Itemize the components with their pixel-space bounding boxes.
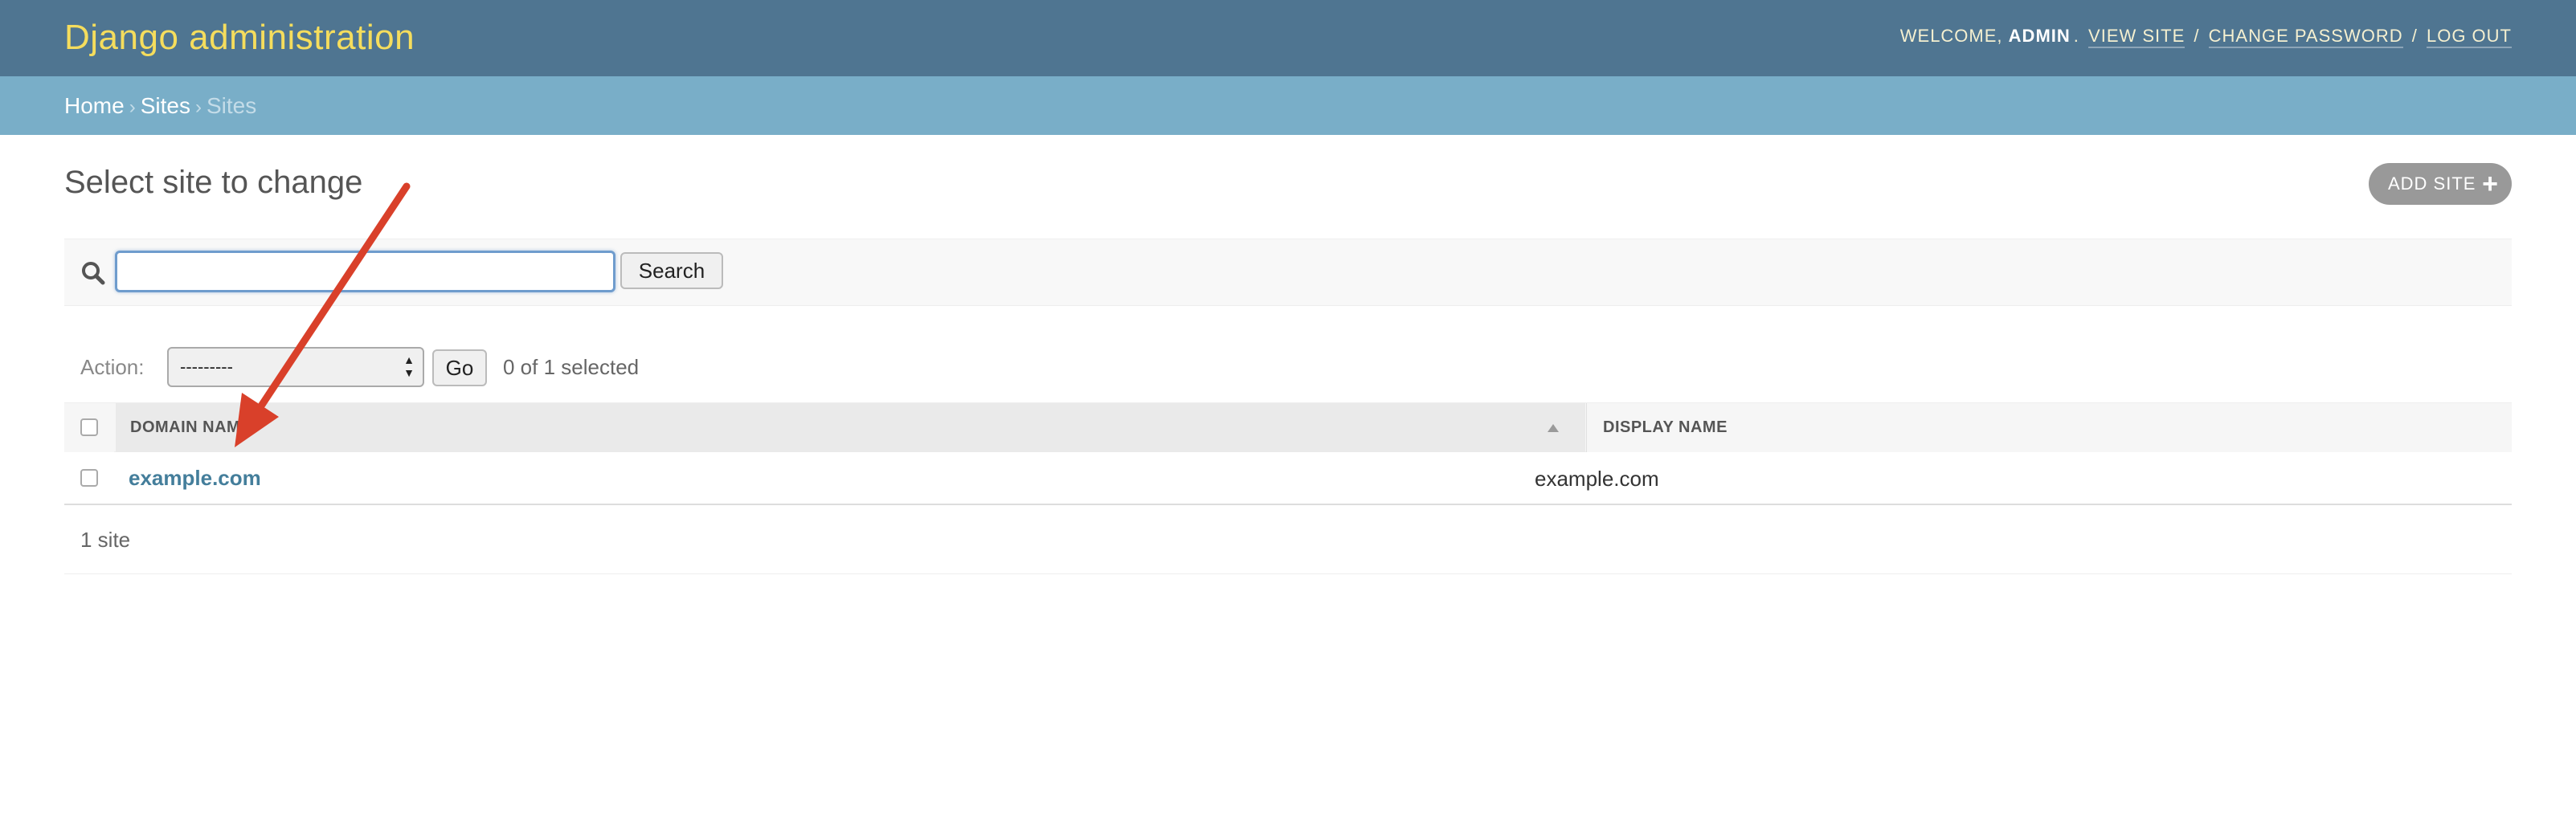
welcome-text: WELCOME,	[1899, 26, 2003, 46]
view-site-link[interactable]: VIEW SITE	[2088, 26, 2186, 48]
selected-count: 0 of 1 selected	[503, 355, 640, 379]
header-select-cell	[64, 403, 114, 452]
action-select-value: ---------	[180, 357, 233, 377]
site-branding[interactable]: Django administration	[64, 18, 415, 58]
display-name-cell: example.com	[1535, 467, 1659, 491]
search-toolbar: Search	[64, 239, 2512, 306]
header: Django administration WELCOME, ADMIN. VI…	[0, 0, 2576, 76]
action-select[interactable]: --------- ▲ ▼	[167, 347, 424, 387]
breadcrumb: Home › Sites › Sites	[0, 76, 2576, 135]
actions-bar: Action: --------- ▲ ▼ Go 0 of 1 selected	[64, 345, 707, 390]
change-password-link[interactable]: CHANGE PASSWORD	[2208, 26, 2403, 48]
breadcrumb-home[interactable]: Home	[64, 93, 125, 118]
search-button[interactable]: Search	[620, 252, 723, 289]
go-button[interactable]: Go	[432, 349, 487, 386]
row-checkbox[interactable]	[80, 469, 98, 487]
column-header-display: DISPLAY NAME	[1586, 403, 2512, 452]
user-tools: WELCOME, ADMIN. VIEW SITE / CHANGE PASSW…	[1899, 26, 2512, 48]
username: ADMIN	[2008, 26, 2071, 46]
plus-icon: +	[2482, 169, 2499, 199]
domain-link[interactable]: example.com	[129, 466, 261, 491]
breadcrumb-separator: ›	[194, 96, 202, 118]
breadcrumb-app[interactable]: Sites	[141, 93, 190, 118]
log-out-link[interactable]: LOG OUT	[2426, 26, 2512, 48]
select-arrows-icon: ▲ ▼	[403, 353, 415, 379]
separator: /	[2411, 26, 2418, 46]
breadcrumb-current: Sites	[206, 93, 257, 118]
breadcrumb-separator: ›	[129, 96, 136, 118]
add-site-label: ADD SITE	[2388, 173, 2476, 194]
paginator: 1 site	[64, 505, 2512, 574]
search-input[interactable]	[115, 251, 615, 292]
add-site-button[interactable]: ADD SITE +	[2369, 163, 2512, 205]
results-table: DOMAIN NAME DISPLAY NAME example.com exa…	[64, 402, 2512, 574]
column-header-display-label: DISPLAY NAME	[1603, 418, 1728, 436]
search-icon	[82, 262, 105, 285]
table-row: example.com example.com	[64, 452, 2512, 505]
page-title: Select site to change	[64, 165, 363, 200]
column-header-domain[interactable]: DOMAIN NAME	[116, 403, 1585, 452]
action-label: Action:	[80, 355, 145, 379]
column-header-domain-label: DOMAIN NAME	[130, 418, 252, 436]
select-all-checkbox[interactable]	[80, 418, 98, 436]
sort-ascending-icon[interactable]	[1548, 424, 1559, 432]
separator: .	[2073, 26, 2079, 46]
separator: /	[2194, 26, 2200, 46]
table-header: DOMAIN NAME DISPLAY NAME	[64, 402, 2512, 452]
